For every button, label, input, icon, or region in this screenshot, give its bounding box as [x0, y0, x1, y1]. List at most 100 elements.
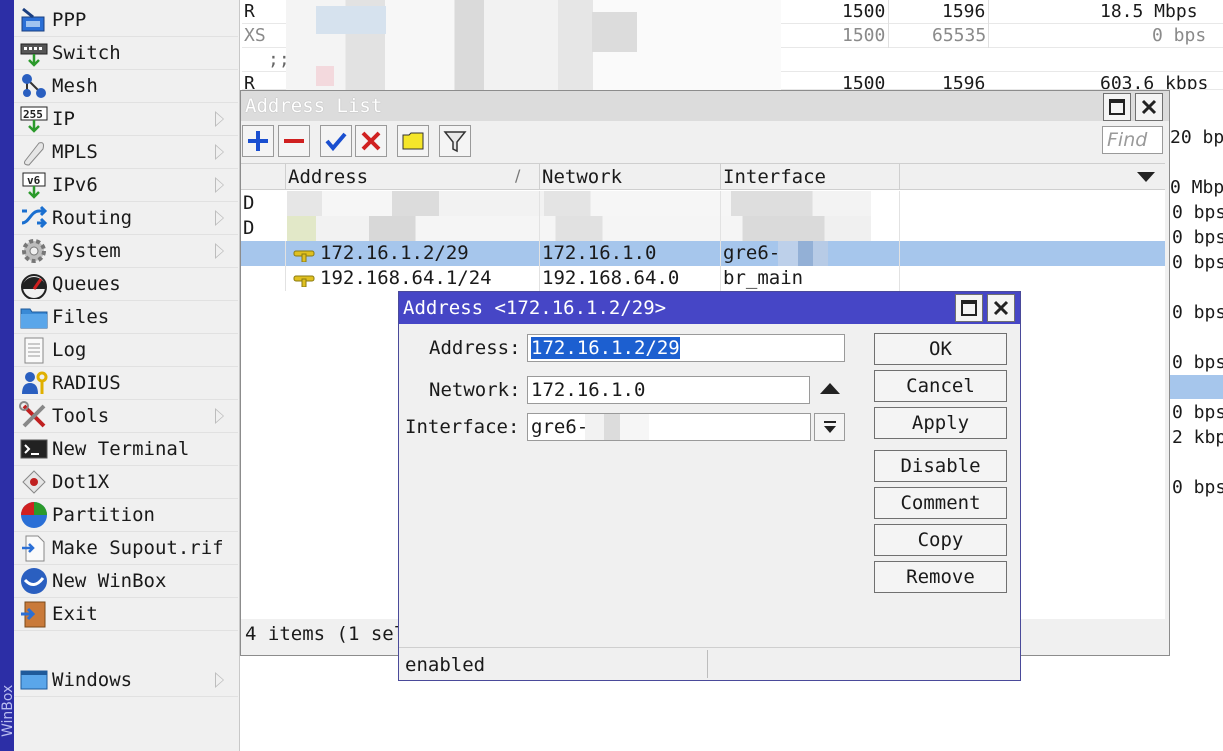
comment-button[interactable]: Comment — [874, 487, 1007, 519]
address-edit-dialog: Address <172.16.1.2/29> Address: 172.16.… — [398, 291, 1021, 681]
sidebar-item-routing[interactable]: Routing — [14, 202, 238, 235]
column-dropdown-button[interactable] — [1137, 172, 1155, 182]
table-row[interactable]: 192.168.64.1/24 192.168.64.0 br_main — [241, 266, 1165, 291]
sidebar-item-ip[interactable]: 255 IP — [14, 103, 238, 136]
column-header-address[interactable]: Address — [288, 166, 368, 188]
sidebar-item-radius[interactable]: RADIUS — [14, 367, 238, 400]
terminal-icon — [18, 433, 50, 465]
column-header-interface[interactable]: Interface — [723, 166, 826, 188]
svg-text:v6: v6 — [27, 174, 41, 187]
redacted-block — [778, 241, 828, 266]
filter-button[interactable] — [439, 125, 471, 157]
sidebar-menu: PPP Switch Mesh 255 IP MPLS v6 IPv6 Rout… — [14, 0, 240, 751]
sidebar-item-ppp[interactable]: PPP — [14, 4, 238, 37]
filter-icon — [443, 131, 467, 153]
ipv6-icon: v6 — [18, 169, 50, 201]
table-header: Address / Network Interface — [241, 163, 1165, 190]
ppp-icon — [18, 4, 50, 36]
sidebar-item-switch[interactable]: Switch — [14, 37, 238, 70]
sidebar-item-files[interactable]: Files — [14, 301, 238, 334]
switch-icon — [18, 37, 50, 69]
address-edit-titlebar[interactable]: Address <172.16.1.2/29> — [399, 292, 1020, 324]
maximize-icon — [961, 300, 977, 316]
network-input[interactable]: 172.16.1.0 — [527, 376, 810, 404]
sidebar-item-new-terminal[interactable]: New Terminal — [14, 433, 238, 466]
close-icon — [993, 300, 1009, 316]
address-edit-statusbar: enabled — [399, 647, 1020, 680]
sidebar-item-mesh[interactable]: Mesh — [14, 70, 238, 103]
ok-button[interactable]: OK — [874, 333, 1007, 365]
sidebar-item-system[interactable]: System — [14, 235, 238, 268]
sidebar-item-make-supout[interactable]: Make Supout.rif — [14, 532, 238, 565]
submenu-arrow-icon — [215, 672, 224, 688]
dropdown-arrow-icon — [823, 421, 836, 433]
mpls-icon — [18, 136, 50, 168]
gear-icon — [18, 235, 50, 267]
interface-select-value: gre6- — [531, 416, 589, 438]
sidebar-item-exit[interactable]: Exit — [14, 598, 238, 631]
address-plus-icon — [293, 271, 315, 292]
folder-icon — [18, 301, 50, 333]
plus-icon — [248, 131, 268, 151]
sidebar-item-mpls[interactable]: MPLS — [14, 136, 238, 169]
radius-icon — [18, 367, 50, 399]
redacted-block — [592, 12, 637, 52]
sidebar-item-partition[interactable]: Partition — [14, 499, 238, 532]
table-row-selected[interactable]: 172.16.1.2/29 172.16.1.0 gre6- — [241, 241, 1165, 266]
comment-note-icon — [402, 132, 424, 150]
sidebar-item-tools[interactable]: Tools — [14, 400, 238, 433]
disable-button[interactable] — [355, 125, 387, 157]
address-edit-title: Address <172.16.1.2/29> — [403, 297, 667, 319]
x-icon — [361, 131, 381, 151]
redacted-block — [316, 66, 334, 86]
status-enabled: enabled — [405, 654, 486, 676]
submenu-arrow-icon — [215, 408, 224, 424]
svg-text:255: 255 — [23, 108, 43, 121]
enable-button[interactable] — [320, 125, 352, 157]
disable-button[interactable]: Disable — [874, 450, 1007, 482]
sidebar-item-ipv6[interactable]: v6 IPv6 — [14, 169, 238, 202]
ip-icon: 255 — [18, 103, 50, 135]
table-row[interactable]: D — [241, 216, 1165, 241]
find-input[interactable]: Find — [1102, 126, 1163, 154]
table-row[interactable]: D — [241, 191, 1165, 216]
cancel-button[interactable]: Cancel — [874, 370, 1007, 402]
sidebar-item-queues[interactable]: Queues — [14, 268, 238, 301]
redacted-block — [316, 6, 386, 34]
maximize-icon — [1109, 99, 1125, 115]
partition-icon — [18, 499, 50, 531]
exit-icon — [18, 598, 50, 630]
interface-dropdown-button[interactable] — [814, 413, 845, 441]
log-icon — [18, 334, 50, 366]
remove-button[interactable]: Remove — [874, 561, 1007, 593]
sidebar-item-log[interactable]: Log — [14, 334, 238, 367]
add-button[interactable] — [242, 125, 274, 157]
address-list-titlebar[interactable]: Address List — [241, 91, 1169, 121]
windows-icon — [18, 664, 50, 696]
submenu-arrow-icon — [215, 144, 224, 160]
comment-button[interactable] — [397, 125, 429, 157]
submenu-arrow-icon — [215, 243, 224, 259]
copy-button[interactable]: Copy — [874, 524, 1007, 556]
address-list-status: 4 items (1 sel — [245, 623, 406, 645]
sidebar-item-new-winbox[interactable]: New WinBox — [14, 565, 238, 598]
sidebar-item-windows[interactable]: Windows — [14, 664, 238, 697]
redacted-block — [287, 216, 871, 241]
maximize-button[interactable] — [955, 294, 983, 322]
close-button[interactable] — [987, 294, 1015, 322]
minus-icon — [284, 139, 304, 143]
sidebar-item-dot1x[interactable]: Dot1X — [14, 466, 238, 499]
column-header-network[interactable]: Network — [542, 166, 622, 188]
submenu-arrow-icon — [215, 210, 224, 226]
selected-row-highlight — [1168, 375, 1223, 399]
close-button[interactable] — [1135, 93, 1163, 121]
collapse-up-icon[interactable] — [820, 383, 840, 394]
redacted-block — [287, 191, 871, 216]
address-input[interactable]: 172.16.1.2/29 — [527, 334, 845, 362]
sort-indicator-icon: / — [515, 166, 521, 185]
interface-select[interactable]: gre6- — [527, 413, 811, 441]
dot1x-icon — [18, 466, 50, 498]
remove-button[interactable] — [278, 125, 310, 157]
maximize-button[interactable] — [1103, 93, 1131, 121]
apply-button[interactable]: Apply — [874, 407, 1007, 439]
